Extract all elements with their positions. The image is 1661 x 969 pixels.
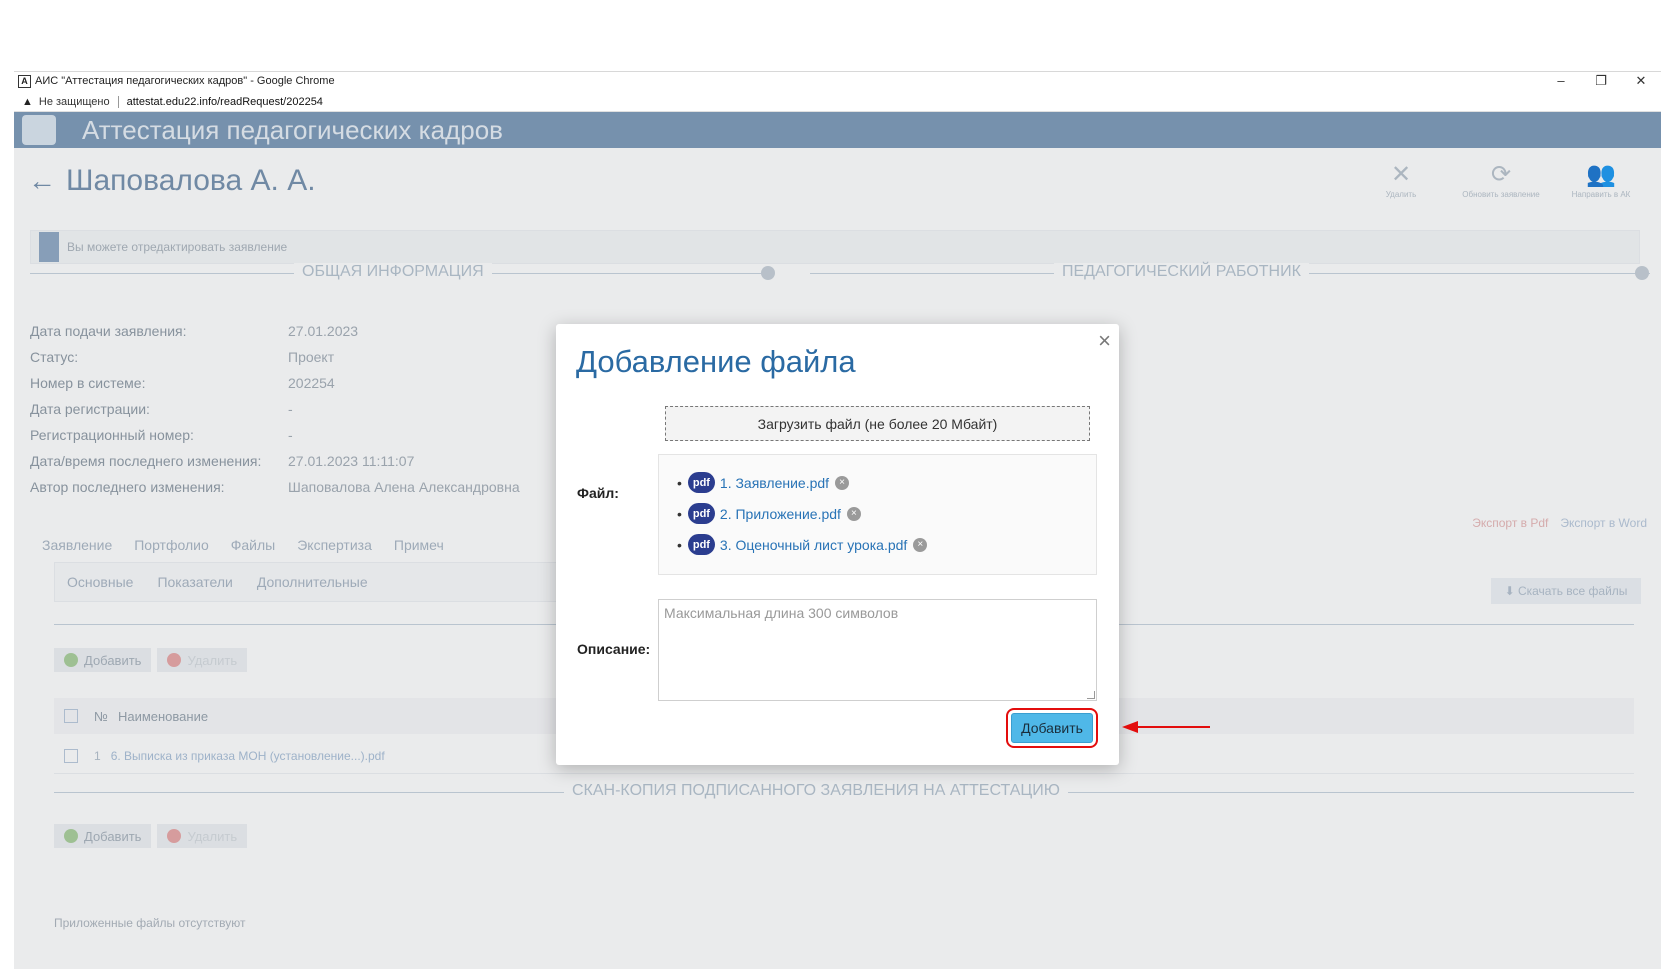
app-icon: A <box>18 74 31 88</box>
file-link-lesson-sheet[interactable]: 3. Оценочный лист урока.pdf <box>720 537 907 553</box>
address-bar[interactable]: ▲ Не защищено attestat.edu22.info/readRe… <box>14 92 1661 112</box>
security-label[interactable]: Не защищено <box>39 96 110 108</box>
close-dialog-icon[interactable]: × <box>1098 328 1111 354</box>
url-text[interactable]: attestat.edu22.info/readRequest/202254 <box>127 96 323 108</box>
file-link-application[interactable]: 1. Заявление.pdf <box>720 475 829 491</box>
close-window-icon[interactable]: ✕ <box>1621 72 1661 91</box>
list-item: • pdf 2. Приложение.pdf × <box>677 498 1096 529</box>
description-input[interactable] <box>658 599 1097 701</box>
minimize-icon[interactable]: – <box>1541 72 1581 91</box>
uploaded-files-box: • pdf 1. Заявление.pdf × • pdf 2. Прилож… <box>658 454 1097 575</box>
bullet: • <box>677 474 682 491</box>
uploaded-files-list: • pdf 1. Заявление.pdf × • pdf 2. Прилож… <box>659 455 1096 560</box>
dialog-title: Добавление файла <box>576 344 856 379</box>
resize-grip-icon[interactable] <box>1087 691 1095 699</box>
list-item: • pdf 3. Оценочный лист урока.pdf × <box>677 529 1096 560</box>
add-file-dialog: × Добавление файла Загрузить файл (не бо… <box>556 324 1119 765</box>
list-item: • pdf 1. Заявление.pdf × <box>677 467 1096 498</box>
window-controls: – ❐ ✕ <box>1541 72 1661 91</box>
remove-file-icon[interactable]: × <box>913 537 928 552</box>
annotation-arrow-icon <box>1122 721 1210 733</box>
file-label: Файл: <box>577 485 619 501</box>
address-separator <box>117 95 119 108</box>
bullet: • <box>677 536 682 553</box>
bullet: • <box>677 505 682 522</box>
submit-add-button[interactable]: Добавить <box>1011 713 1093 743</box>
file-link-attachment[interactable]: 2. Приложение.pdf <box>720 506 841 522</box>
window-title: АИС "Аттестация педагогических кадров" -… <box>35 75 335 87</box>
upload-file-button[interactable]: Загрузить файл (не более 20 Мбайт) <box>665 406 1090 441</box>
browser-title-bar: A АИС "Аттестация педагогических кадров"… <box>14 71 1661 90</box>
pdf-icon: pdf <box>687 534 715 555</box>
pdf-icon: pdf <box>687 503 715 524</box>
restore-icon[interactable]: ❐ <box>1581 72 1621 91</box>
description-label: Описание: <box>577 641 651 657</box>
remove-file-icon[interactable]: × <box>846 506 861 521</box>
pdf-icon: pdf <box>687 472 715 493</box>
warning-icon: ▲ <box>22 95 33 108</box>
remove-file-icon[interactable]: × <box>835 475 850 490</box>
